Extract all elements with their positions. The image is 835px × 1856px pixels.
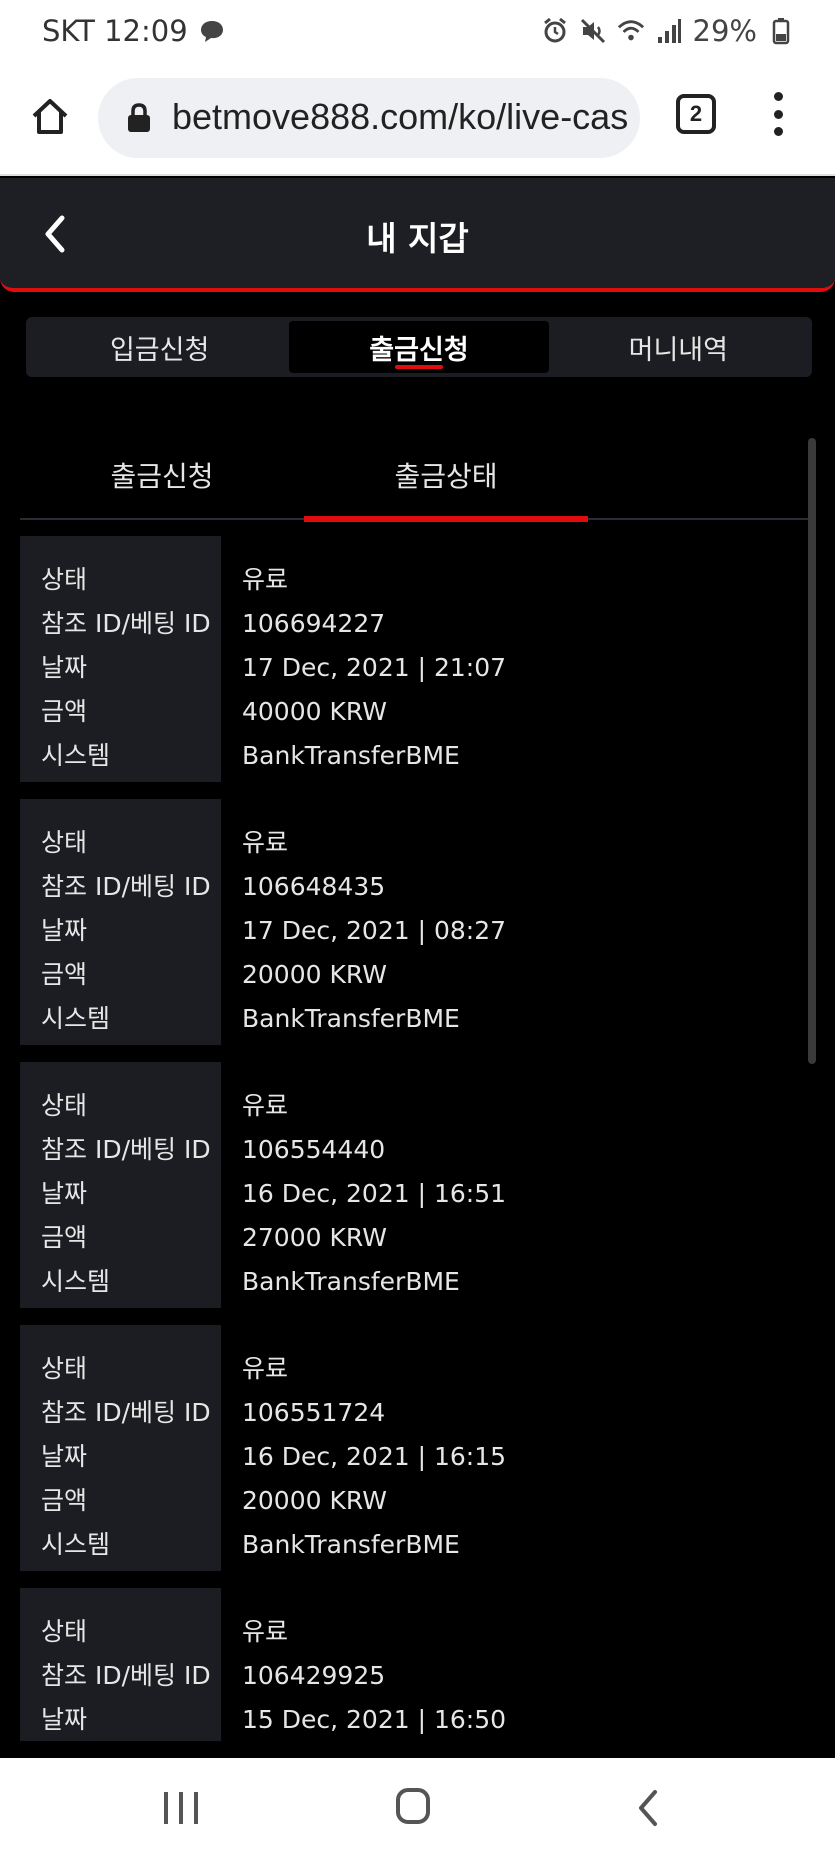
signal-icon	[655, 17, 683, 45]
home-icon[interactable]	[28, 94, 72, 138]
ref-id-value: 106554440	[242, 1135, 386, 1164]
amount-value: 20000 KRW	[242, 960, 387, 989]
list-item: 상태 참조 ID/베팅 ID 날짜 금액 시스템 유료 106551724 16…	[20, 1325, 800, 1571]
amount-value: 40000 KRW	[242, 697, 387, 726]
date-label: 날짜	[41, 653, 88, 682]
status-right: 29%	[541, 14, 795, 48]
status-left: SKT 12:09	[42, 14, 226, 48]
date-label: 날짜	[41, 916, 88, 945]
list-item: 상태 참조 ID/베팅 ID 날짜 금액 시스템 유료 106429925 15…	[20, 1588, 800, 1741]
status-bar: SKT 12:09 29%	[0, 0, 835, 64]
record-values: 유료 106694227 17 Dec, 2021 | 21:07 40000 …	[242, 536, 792, 782]
page-title: 내 지갑	[366, 219, 469, 258]
carrier-time: SKT 12:09	[42, 14, 188, 48]
system-value: BankTransferBME	[242, 741, 460, 770]
ref-id-label: 참조 ID/베팅 ID	[41, 609, 211, 638]
record-values: 유료 106429925 15 Dec, 2021 | 16:50	[242, 1588, 792, 1741]
amount-value: 27000 KRW	[242, 1223, 387, 1252]
date-value: 16 Dec, 2021 | 16:15	[242, 1442, 507, 1471]
record-labels: 상태 참조 ID/베팅 ID 날짜 금액 시스템	[20, 536, 221, 782]
battery-icon	[767, 17, 795, 45]
status-value: 유료	[242, 1354, 289, 1383]
message-icon	[198, 17, 226, 45]
system-nav-bar	[0, 1758, 835, 1856]
alarm-icon	[541, 17, 569, 45]
withdraw-status-list: 상태 참조 ID/베팅 ID 날짜 금액 시스템 유료 106694227 17…	[20, 536, 800, 1741]
status-value: 유료	[242, 565, 289, 594]
lock-icon	[126, 102, 152, 134]
system-label: 시스템	[41, 1004, 111, 1033]
list-item: 상태 참조 ID/베팅 ID 날짜 금액 시스템 유료 106648435 17…	[20, 799, 800, 1045]
wifi-icon	[617, 17, 645, 45]
status-value: 유료	[242, 828, 289, 857]
date-value: 17 Dec, 2021 | 21:07	[242, 653, 507, 682]
mute-icon	[579, 17, 607, 45]
recent-apps-icon[interactable]	[164, 1792, 198, 1824]
record-values: 유료 106554440 16 Dec, 2021 | 16:51 27000 …	[242, 1062, 792, 1308]
list-item: 상태 참조 ID/베팅 ID 날짜 금액 시스템 유료 106694227 17…	[20, 536, 800, 782]
menu-icon[interactable]	[764, 92, 792, 136]
back-icon[interactable]	[636, 1788, 660, 1828]
status-label: 상태	[41, 565, 88, 594]
system-value: BankTransferBME	[242, 1004, 460, 1033]
date-label: 날짜	[41, 1442, 88, 1471]
subtab-withdraw-status[interactable]: 출금상태	[304, 430, 588, 522]
system-label: 시스템	[41, 741, 111, 770]
ref-id-value: 106694227	[242, 609, 386, 638]
status-label: 상태	[41, 828, 88, 857]
record-labels: 상태 참조 ID/베팅 ID 날짜 금액 시스템	[20, 1325, 221, 1571]
record-labels: 상태 참조 ID/베팅 ID 날짜 금액 시스템	[20, 799, 221, 1045]
system-value: BankTransferBME	[242, 1530, 460, 1559]
subtab-withdraw-request[interactable]: 출금신청	[20, 430, 304, 520]
record-values: 유료 106551724 16 Dec, 2021 | 16:15 20000 …	[242, 1325, 792, 1571]
ref-id-label: 참조 ID/베팅 ID	[41, 1398, 211, 1427]
withdraw-subtabs: 출금신청 출금상태	[20, 430, 815, 522]
status-value: 유료	[242, 1091, 289, 1120]
tab-count: 2	[689, 101, 703, 126]
amount-value: 20000 KRW	[242, 1486, 387, 1515]
status-value: 유료	[242, 1617, 289, 1646]
ref-id-label: 참조 ID/베팅 ID	[41, 1135, 211, 1164]
tab-withdraw[interactable]: 출금신청	[289, 321, 549, 373]
ref-id-value: 106429925	[242, 1661, 386, 1690]
ref-id-value: 106551724	[242, 1398, 386, 1427]
record-values: 유료 106648435 17 Dec, 2021 | 08:27 20000 …	[242, 799, 792, 1045]
wallet-tabs: 입금신청 출금신청 머니내역	[26, 317, 812, 377]
scrollbar[interactable]	[808, 438, 816, 1064]
battery-level: 29%	[692, 14, 757, 48]
app-header: 내 지갑	[0, 178, 835, 292]
home-button-icon[interactable]	[396, 1788, 430, 1824]
ref-id-value: 106648435	[242, 872, 386, 901]
url-text: betmove888.com/ko/live-cas	[172, 96, 629, 137]
system-label: 시스템	[41, 1267, 111, 1296]
date-value: 17 Dec, 2021 | 08:27	[242, 916, 507, 945]
tab-deposit[interactable]: 입금신청	[30, 321, 289, 373]
date-value: 15 Dec, 2021 | 16:50	[242, 1705, 507, 1734]
amount-label: 금액	[41, 697, 88, 726]
record-labels: 상태 참조 ID/베팅 ID 날짜 금액 시스템	[20, 1588, 221, 1741]
browser-toolbar: betmove888.com/ko/live-cas 2	[0, 64, 835, 176]
system-label: 시스템	[41, 1530, 111, 1559]
list-item: 상태 참조 ID/베팅 ID 날짜 금액 시스템 유료 106554440 16…	[20, 1062, 800, 1308]
date-label: 날짜	[41, 1179, 88, 1208]
ref-id-label: 참조 ID/베팅 ID	[41, 872, 211, 901]
record-labels: 상태 참조 ID/베팅 ID 날짜 금액 시스템	[20, 1062, 221, 1308]
status-label: 상태	[41, 1617, 88, 1646]
status-label: 상태	[41, 1354, 88, 1383]
amount-label: 금액	[41, 1223, 88, 1252]
date-value: 16 Dec, 2021 | 16:51	[242, 1179, 507, 1208]
amount-label: 금액	[41, 960, 88, 989]
address-bar[interactable]: betmove888.com/ko/live-cas	[98, 78, 640, 158]
system-value: BankTransferBME	[242, 1267, 460, 1296]
amount-label: 금액	[41, 1486, 88, 1515]
date-label: 날짜	[41, 1705, 88, 1734]
ref-id-label: 참조 ID/베팅 ID	[41, 1661, 211, 1690]
tab-money-history[interactable]: 머니내역	[549, 321, 808, 373]
tab-switcher-button[interactable]: 2	[676, 94, 716, 134]
status-label: 상태	[41, 1091, 88, 1120]
